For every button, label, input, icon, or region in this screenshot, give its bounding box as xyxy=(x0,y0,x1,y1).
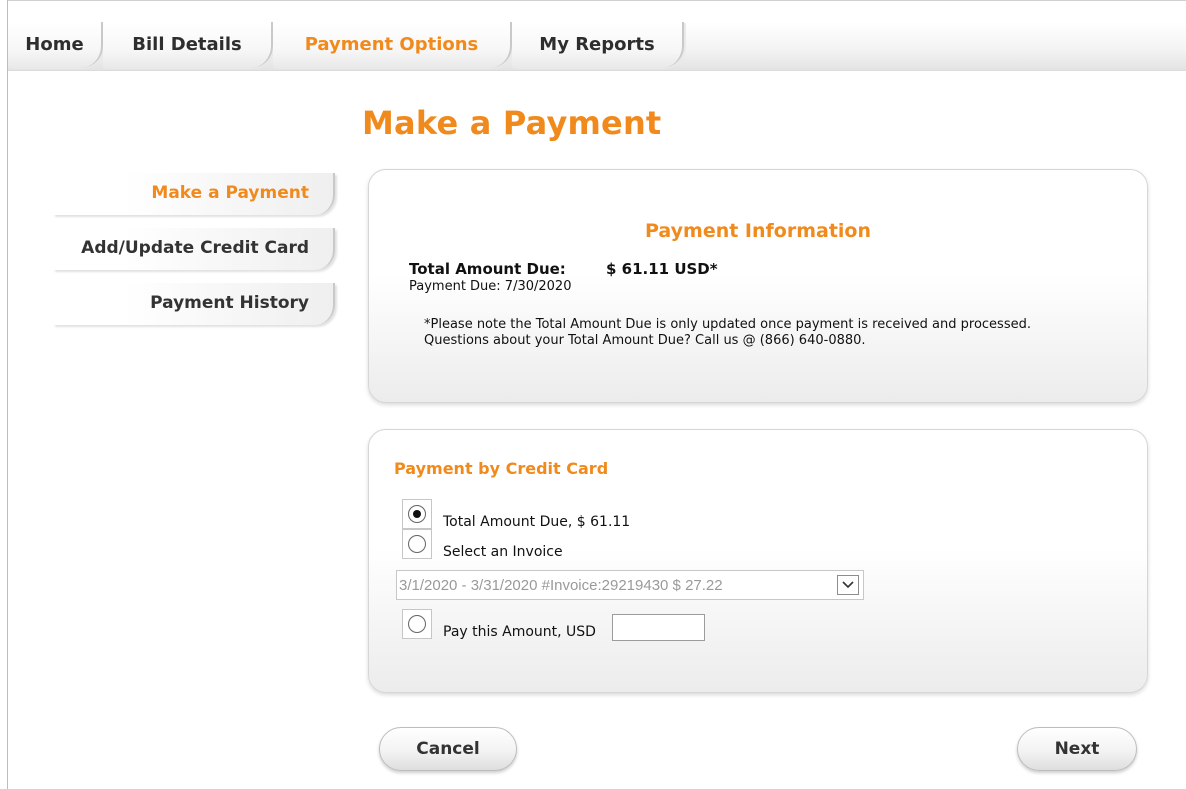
pay-amount-input[interactable] xyxy=(612,614,705,641)
total-amount-note: *Please note the Total Amount Due is onl… xyxy=(424,317,1031,348)
credit-card-section-title: Payment by Credit Card xyxy=(394,459,609,478)
radio-pay-this-amount[interactable] xyxy=(402,609,432,639)
tab-home-label: Home xyxy=(25,34,84,55)
sidebar-item-label: Make a Payment xyxy=(151,183,309,203)
sidebar-item-payment-history[interactable]: Payment History xyxy=(53,283,335,325)
invoice-select-dropdown[interactable]: 3/1/2020 - 3/31/2020 #Invoice:29219430 $… xyxy=(396,570,864,600)
tab-my-reports-label: My Reports xyxy=(539,34,655,55)
tab-payment-options[interactable]: Payment Options xyxy=(273,22,512,68)
frame-top-border xyxy=(7,0,1186,1)
radio-select-invoice[interactable] xyxy=(402,529,432,559)
tab-payment-options-label: Payment Options xyxy=(304,34,479,55)
tab-bill-details[interactable]: Bill Details xyxy=(103,22,273,68)
radio-unchecked-icon xyxy=(408,615,426,633)
payment-due-date: Payment Due: 7/30/2020 xyxy=(409,279,572,294)
cancel-button[interactable]: Cancel xyxy=(379,727,517,771)
tab-bill-details-label: Bill Details xyxy=(132,34,242,55)
radio-unchecked-icon xyxy=(408,535,426,553)
radio-checked-icon xyxy=(408,505,426,523)
tab-home[interactable]: Home xyxy=(8,22,103,68)
frame-left-border xyxy=(7,0,8,789)
invoice-select-value: 3/1/2020 - 3/31/2020 #Invoice:29219430 $… xyxy=(399,577,723,594)
credit-card-payment-panel: Payment by Credit Card Total Amount Due,… xyxy=(368,429,1148,693)
radio-total-amount-due[interactable] xyxy=(402,499,432,529)
chevron-down-icon-svg xyxy=(842,581,854,589)
chevron-down-icon[interactable] xyxy=(837,575,859,595)
option-total-amount-due-label: Total Amount Due, $ 61.11 xyxy=(443,514,631,530)
payment-information-title: Payment Information xyxy=(644,220,872,242)
option-pay-this-amount-label: Pay this Amount, USD xyxy=(443,624,596,640)
top-nav-bar: Home Bill Details Payment Options My Rep… xyxy=(8,22,1186,71)
tab-my-reports[interactable]: My Reports xyxy=(512,22,684,68)
page-title: Make a Payment xyxy=(362,104,662,142)
next-button[interactable]: Next xyxy=(1017,727,1137,771)
sidebar-item-label: Add/Update Credit Card xyxy=(81,238,309,258)
payment-information-panel: Payment Information Total Amount Due: $ … xyxy=(368,169,1148,403)
sidebar-item-add-update-credit-card[interactable]: Add/Update Credit Card xyxy=(53,228,335,270)
total-amount-due-label: Total Amount Due: xyxy=(409,260,566,278)
option-select-invoice-label: Select an Invoice xyxy=(443,544,563,560)
total-amount-due-value: $ 61.11 USD* xyxy=(606,260,718,278)
sidebar-item-label: Payment History xyxy=(150,293,309,313)
sidebar-item-make-a-payment[interactable]: Make a Payment xyxy=(53,173,335,215)
